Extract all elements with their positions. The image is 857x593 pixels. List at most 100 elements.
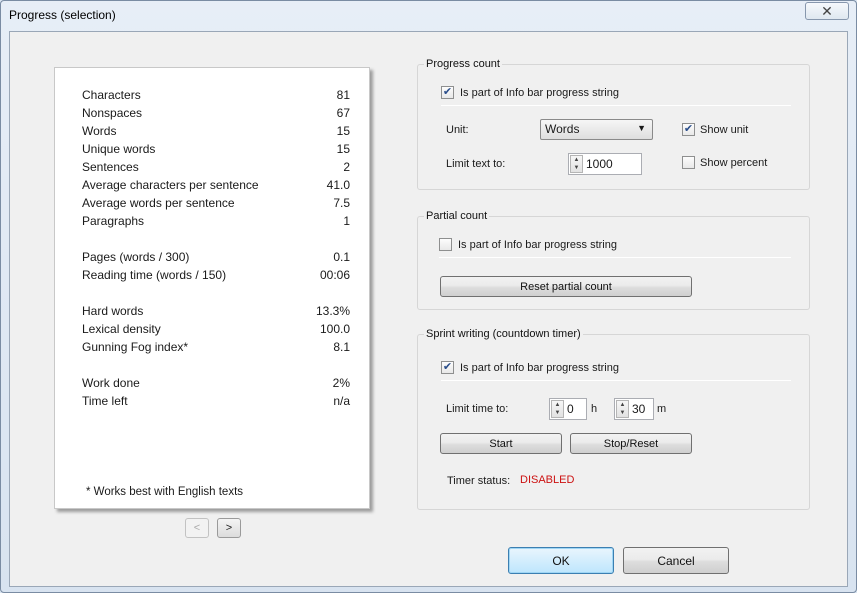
stat-label: Pages (words / 300): [82, 250, 190, 264]
title-bar[interactable]: Progress (selection) ✕: [1, 1, 856, 31]
stat-row-time-left: Time left n/a: [82, 394, 350, 412]
progress-infobar-checkbox[interactable]: ✔: [441, 86, 454, 99]
spinner-arrows-icon[interactable]: ▲ ▼: [551, 400, 564, 418]
sprint-infobar-label: Is part of Info bar progress string: [460, 362, 619, 374]
stat-value: n/a: [333, 394, 350, 408]
stop-reset-button[interactable]: Stop/Reset: [570, 433, 692, 454]
stat-label: Average words per sentence: [82, 196, 235, 210]
stat-value: 00:06: [319, 268, 350, 282]
sprint-infobar-checkbox[interactable]: ✔: [441, 361, 454, 374]
minutes-spinner[interactable]: ▲ ▼ 30: [614, 398, 654, 420]
stat-row-words: Words 15: [82, 124, 350, 142]
minutes-value: 30: [632, 402, 646, 416]
stat-row-gunning-fog: Gunning Fog index* 8.1: [82, 340, 350, 358]
stat-label: Time left: [82, 394, 128, 408]
stat-label: Reading time (words / 150): [82, 268, 227, 282]
spinner-arrows-icon[interactable]: ▲ ▼: [616, 400, 629, 418]
partial-infobar-label: Is part of Info bar progress string: [458, 239, 617, 251]
cancel-button[interactable]: Cancel: [623, 547, 729, 574]
minutes-unit: m: [657, 403, 667, 415]
stat-label: Gunning Fog index*: [82, 340, 189, 354]
stat-value: 15: [336, 124, 350, 138]
spinner-arrows-icon[interactable]: ▲ ▼: [570, 155, 583, 173]
stat-label: Words: [82, 124, 117, 138]
close-icon: ✕: [821, 3, 833, 19]
stat-label: Hard words: [82, 304, 144, 318]
start-button[interactable]: Start: [440, 433, 562, 454]
ok-button[interactable]: OK: [508, 547, 614, 574]
hours-spinner[interactable]: ▲ ▼ 0: [549, 398, 587, 420]
stat-row-reading-time: Reading time (words / 150) 00:06: [82, 268, 350, 286]
stat-label: Paragraphs: [82, 214, 145, 228]
stat-value: 0.1: [333, 250, 350, 264]
hours-unit: h: [591, 403, 598, 415]
stat-label: Nonspaces: [82, 106, 143, 120]
sprint-writing-title: Sprint writing (countdown timer): [424, 328, 583, 340]
stat-label: Lexical density: [82, 322, 161, 336]
unit-select-value: Words: [545, 122, 580, 136]
reset-partial-count-button[interactable]: Reset partial count: [440, 276, 692, 297]
stat-row-characters: Characters 81: [82, 88, 350, 106]
next-page-button[interactable]: >: [217, 518, 241, 538]
dialog-client-area: Characters 81 Nonspaces 67 Words 15 Uniq…: [9, 31, 848, 587]
checkmark-icon: ✔: [442, 361, 453, 373]
progress-count-separator: [441, 105, 791, 106]
stat-row-work-done: Work done 2%: [82, 376, 350, 394]
stat-row-lexical-density: Lexical density 100.0: [82, 322, 350, 340]
unit-select[interactable]: Words ▼: [540, 119, 653, 140]
window-title: Progress (selection): [9, 8, 116, 22]
stat-row-hard-words: Hard words 13.3%: [82, 304, 350, 322]
progress-infobar-label: Is part of Info bar progress string: [460, 87, 619, 99]
limit-text-value: 1000: [586, 157, 613, 171]
stat-value: 7.5: [333, 196, 350, 210]
previous-page-button[interactable]: <: [185, 518, 209, 538]
unit-label: Unit:: [446, 124, 469, 136]
timer-status-value: DISABLED: [520, 474, 575, 486]
stat-value: 1: [343, 214, 350, 228]
stat-label: Unique words: [82, 142, 156, 156]
stat-value: 13.3%: [315, 304, 350, 318]
limit-time-label: Limit time to:: [446, 403, 509, 415]
stat-row-pages: Pages (words / 300) 0.1: [82, 250, 350, 268]
stat-value: 2%: [332, 376, 350, 390]
stat-value: 8.1: [333, 340, 350, 354]
stat-value: 100.0: [319, 322, 350, 336]
limit-text-label: Limit text to:: [446, 158, 506, 170]
checkmark-icon: ✔: [442, 86, 453, 98]
progress-dialog-window: Progress (selection) ✕ Characters 81 Non…: [0, 0, 857, 593]
stat-row-avg-words-per-sentence: Average words per sentence 7.5: [82, 196, 350, 214]
timer-status-label: Timer status:: [447, 475, 511, 487]
chevron-left-icon: <: [193, 522, 201, 534]
show-unit-label: Show unit: [700, 124, 749, 136]
hours-value: 0: [567, 402, 574, 416]
stat-row-nonspaces: Nonspaces 67: [82, 106, 350, 124]
show-percent-label: Show percent: [700, 157, 768, 169]
partial-count-title: Partial count: [424, 210, 490, 222]
dropdown-arrow-icon: ▼: [637, 123, 646, 133]
stat-label: Work done: [82, 376, 140, 390]
stat-value: 41.0: [326, 178, 350, 192]
stat-value: 67: [336, 106, 350, 120]
stat-value: 81: [336, 88, 350, 102]
chevron-right-icon: >: [225, 522, 233, 534]
limit-text-spinner[interactable]: ▲ ▼ 1000: [568, 153, 642, 175]
partial-count-separator: [439, 257, 791, 258]
progress-count-title: Progress count: [424, 58, 502, 70]
stat-label: Sentences: [82, 160, 139, 174]
checkmark-icon: ✔: [683, 123, 694, 135]
stat-value: 2: [343, 160, 350, 174]
partial-infobar-checkbox[interactable]: [439, 238, 452, 251]
show-percent-checkbox[interactable]: [682, 156, 695, 169]
stat-row-unique-words: Unique words 15: [82, 142, 350, 160]
stat-row-sentences: Sentences 2: [82, 160, 350, 178]
footnote: * Works best with English texts: [86, 486, 244, 498]
stat-label: Characters: [82, 88, 141, 102]
close-button[interactable]: ✕: [805, 2, 849, 20]
sprint-separator: [441, 380, 791, 381]
stat-row-paragraphs: Paragraphs 1: [82, 214, 350, 232]
stat-label: Average characters per sentence: [82, 178, 259, 192]
statistics-panel: Characters 81 Nonspaces 67 Words 15 Uniq…: [54, 67, 370, 509]
stat-value: 15: [336, 142, 350, 156]
stat-row-avg-chars-per-sentence: Average characters per sentence 41.0: [82, 178, 350, 196]
show-unit-checkbox[interactable]: ✔: [682, 123, 695, 136]
